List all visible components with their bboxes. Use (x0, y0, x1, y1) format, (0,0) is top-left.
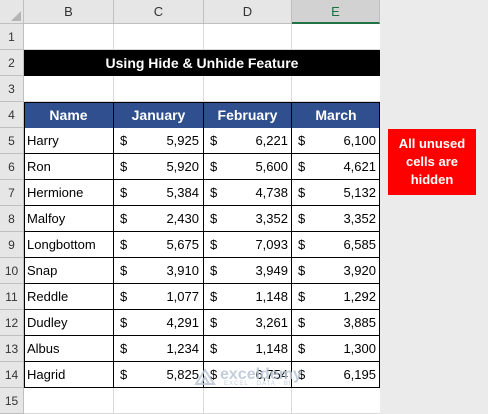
cell-march[interactable]: 3,885 (312, 310, 376, 336)
cell-january[interactable]: 2,430 (134, 206, 199, 232)
cell-name[interactable]: Ron (24, 154, 113, 180)
cell-january[interactable]: 5,825 (134, 362, 199, 388)
table-rule (24, 309, 380, 310)
table-rule (24, 361, 380, 362)
cell-name[interactable]: Reddle (24, 284, 113, 310)
row-header-8[interactable]: 8 (0, 206, 24, 232)
row-header-10[interactable]: 10 (0, 258, 24, 284)
row-header-5[interactable]: 5 (0, 128, 24, 154)
column-header-e[interactable]: E (292, 0, 380, 24)
cell-february[interactable]: 5,600 (224, 154, 288, 180)
cell-name[interactable]: Malfoy (24, 206, 113, 232)
cell-march[interactable]: 6,585 (312, 232, 376, 258)
table-rule (24, 153, 380, 154)
table-rule (24, 231, 380, 232)
row-header-14[interactable]: 14 (0, 362, 24, 388)
cell-february[interactable]: 3,352 (224, 206, 288, 232)
row-header-9[interactable]: 9 (0, 232, 24, 258)
watermark: exceldemy EXCEL · DATA · BI (194, 366, 302, 387)
cell-march[interactable]: 3,920 (312, 258, 376, 284)
sheet-title[interactable]: Using Hide & Unhide Feature (24, 50, 380, 76)
cell-february[interactable]: 7,093 (224, 232, 288, 258)
table-rule (24, 257, 380, 258)
row-header-12[interactable]: 12 (0, 310, 24, 336)
cell-name[interactable]: Snap (24, 258, 113, 284)
header-name[interactable]: Name (24, 102, 114, 128)
cell-march[interactable]: 3,352 (312, 206, 376, 232)
watermark-tagline: EXCEL · DATA · BI (224, 381, 292, 387)
column-header-c[interactable]: C (114, 0, 204, 24)
cell-january[interactable]: 5,384 (134, 180, 199, 206)
select-all-button[interactable] (0, 0, 24, 24)
table-rule (24, 335, 380, 336)
column-header-d[interactable]: D (204, 0, 292, 24)
row-header-13[interactable]: 13 (0, 336, 24, 362)
cell-january[interactable]: 5,675 (134, 232, 199, 258)
cell-january[interactable]: 5,920 (134, 154, 199, 180)
table-rule (24, 205, 380, 206)
cell-name[interactable]: Hermione (24, 180, 113, 206)
row-header-2[interactable]: 2 (0, 50, 24, 76)
header-february[interactable]: February (204, 102, 292, 128)
cell-january[interactable]: 1,077 (134, 284, 199, 310)
cell-january[interactable]: 4,291 (134, 310, 199, 336)
worksheet-grid[interactable]: Using Hide & Unhide Feature Name January… (24, 24, 380, 414)
table-rule (24, 283, 380, 284)
cell-name[interactable]: Dudley (24, 310, 113, 336)
row-header-15[interactable]: 15 (0, 388, 24, 414)
row-header-7[interactable]: 7 (0, 180, 24, 206)
cell-january[interactable]: 5,925 (134, 128, 199, 154)
table-rule (24, 179, 380, 180)
cell-february[interactable]: 4,738 (224, 180, 288, 206)
cell-name[interactable]: Longbottom (24, 232, 113, 258)
hidden-cells-note: All unused cells are hidden (388, 129, 476, 195)
cell-january[interactable]: 3,910 (134, 258, 199, 284)
cell-february[interactable]: 1,148 (224, 336, 288, 362)
cell-march[interactable]: 1,300 (312, 336, 376, 362)
header-march[interactable]: March (292, 102, 380, 128)
cell-march[interactable]: 6,100 (312, 128, 376, 154)
cell-february[interactable]: 1,148 (224, 284, 288, 310)
table-rule (291, 102, 292, 388)
cell-name[interactable]: Albus (24, 336, 113, 362)
row-header-11[interactable]: 11 (0, 284, 24, 310)
cell-february[interactable]: 3,949 (224, 258, 288, 284)
column-header-bar: B C D E (0, 0, 380, 24)
cell-name[interactable]: Harry (24, 128, 113, 154)
cell-january[interactable]: 1,234 (134, 336, 199, 362)
row-header-1[interactable]: 1 (0, 24, 24, 50)
cell-march[interactable]: 1,292 (312, 284, 376, 310)
cell-march[interactable]: 5,132 (312, 180, 376, 206)
cell-name[interactable]: Hagrid (24, 362, 113, 388)
cell-march[interactable]: 4,621 (312, 154, 376, 180)
cell-march[interactable]: 6,195 (312, 362, 376, 388)
header-january[interactable]: January (114, 102, 204, 128)
row-header-6[interactable]: 6 (0, 154, 24, 180)
table-rule (113, 102, 114, 388)
cell-february[interactable]: 6,221 (224, 128, 288, 154)
column-header-b[interactable]: B (24, 0, 114, 24)
row-header-4[interactable]: 4 (0, 102, 24, 128)
row-header-3[interactable]: 3 (0, 76, 24, 102)
cell-february[interactable]: 3,261 (224, 310, 288, 336)
table-rule (203, 102, 204, 388)
exceldemy-logo-icon (194, 368, 216, 385)
